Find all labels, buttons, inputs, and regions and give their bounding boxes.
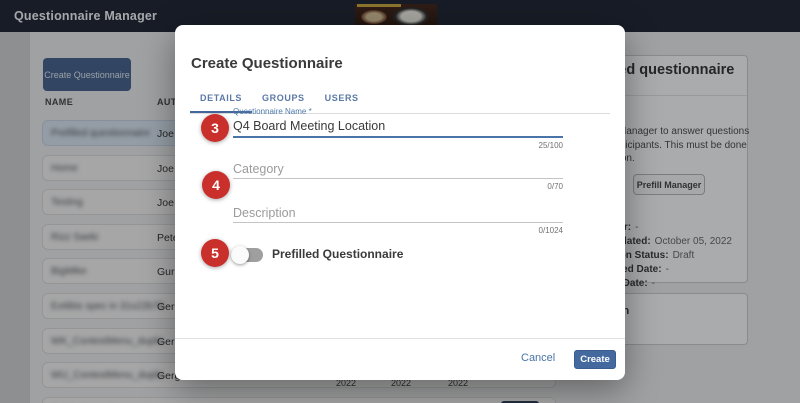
cancel-button[interactable]: Cancel: [521, 352, 555, 364]
annotation-badge-3: 3: [201, 114, 229, 142]
modal-title: Create Questionnaire: [191, 55, 343, 72]
description-field-input[interactable]: Description: [233, 206, 296, 220]
description-field-underline: [233, 222, 563, 223]
category-field-underline: [233, 178, 563, 179]
description-field-counter: 0/1024: [233, 226, 563, 235]
app-window: Questionnaire Manager Create Questionnai…: [0, 0, 800, 403]
name-field-underline: [233, 136, 563, 138]
toggle-knob: [231, 246, 249, 264]
category-field-counter: 0/70: [233, 182, 563, 191]
prefilled-toggle-label: Prefilled Questionnaire: [272, 247, 403, 261]
annotation-badge-5: 5: [201, 239, 229, 267]
name-field-counter: 25/100: [233, 141, 563, 150]
name-field-input[interactable]: Q4 Board Meeting Location: [233, 119, 385, 133]
create-button[interactable]: Create: [574, 350, 616, 369]
modal-footer-divider: [175, 338, 625, 339]
category-field-input[interactable]: Category: [233, 162, 284, 176]
create-questionnaire-modal: Create Questionnaire DETAILS GROUPS USER…: [175, 25, 625, 380]
prefilled-toggle[interactable]: [233, 248, 263, 262]
annotation-badge-4: 4: [202, 171, 230, 199]
name-field-label: Questionnaire Name *: [233, 107, 312, 116]
tab-users[interactable]: USERS: [315, 87, 369, 113]
